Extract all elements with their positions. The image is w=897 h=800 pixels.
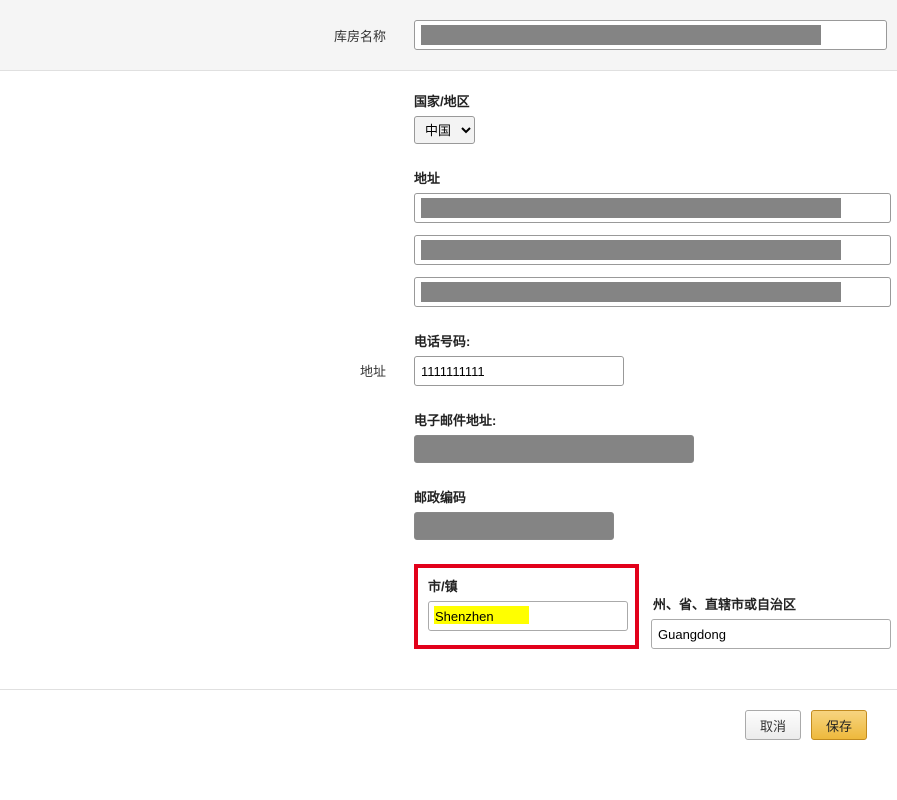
address-section-label: 地址 [0,91,400,649]
city-label: 市/镇 [428,576,625,595]
city-input[interactable] [428,601,628,631]
country-group: 国家/地区 中国 [414,91,891,144]
address-line-2[interactable] [414,235,891,265]
phone-group: 电话号码: [414,331,891,386]
address-section: 地址 国家/地区 中国 地址 电话号码: 电子邮件地址: [0,71,897,690]
address-line-3[interactable] [414,277,891,307]
country-select[interactable]: 中国 [414,116,475,144]
address-group: 地址 [414,168,891,307]
postal-group: 邮政编码 [414,487,891,540]
warehouse-name-field [400,20,897,50]
city-state-row: 市/镇 州、省、直辖市或自治区 [414,564,891,649]
phone-input[interactable] [414,356,624,386]
email-group: 电子邮件地址: [414,410,891,463]
warehouse-name-row: 库房名称 [0,0,897,71]
postal-label: 邮政编码 [414,487,891,506]
phone-label: 电话号码: [414,331,891,350]
city-highlight: 市/镇 [414,564,639,649]
state-label: 州、省、直辖市或自治区 [653,594,891,613]
save-button[interactable]: 保存 [811,710,867,740]
warehouse-name-label: 库房名称 [0,20,400,45]
warehouse-name-input[interactable] [414,20,887,50]
email-label: 电子邮件地址: [414,410,891,429]
country-region-label: 国家/地区 [414,91,891,110]
address-label: 地址 [414,168,891,187]
postal-input[interactable] [414,512,614,540]
warehouse-form: 库房名称 地址 国家/地区 中国 地址 电话号码: [0,0,897,760]
email-input[interactable] [414,435,694,463]
cancel-button[interactable]: 取消 [745,710,801,740]
state-box: 州、省、直辖市或自治区 [651,582,891,649]
address-fields: 国家/地区 中国 地址 电话号码: 电子邮件地址: 邮政编码 [400,91,897,649]
address-line-1[interactable] [414,193,891,223]
state-input[interactable] [651,619,891,649]
button-bar: 取消 保存 [0,690,897,760]
